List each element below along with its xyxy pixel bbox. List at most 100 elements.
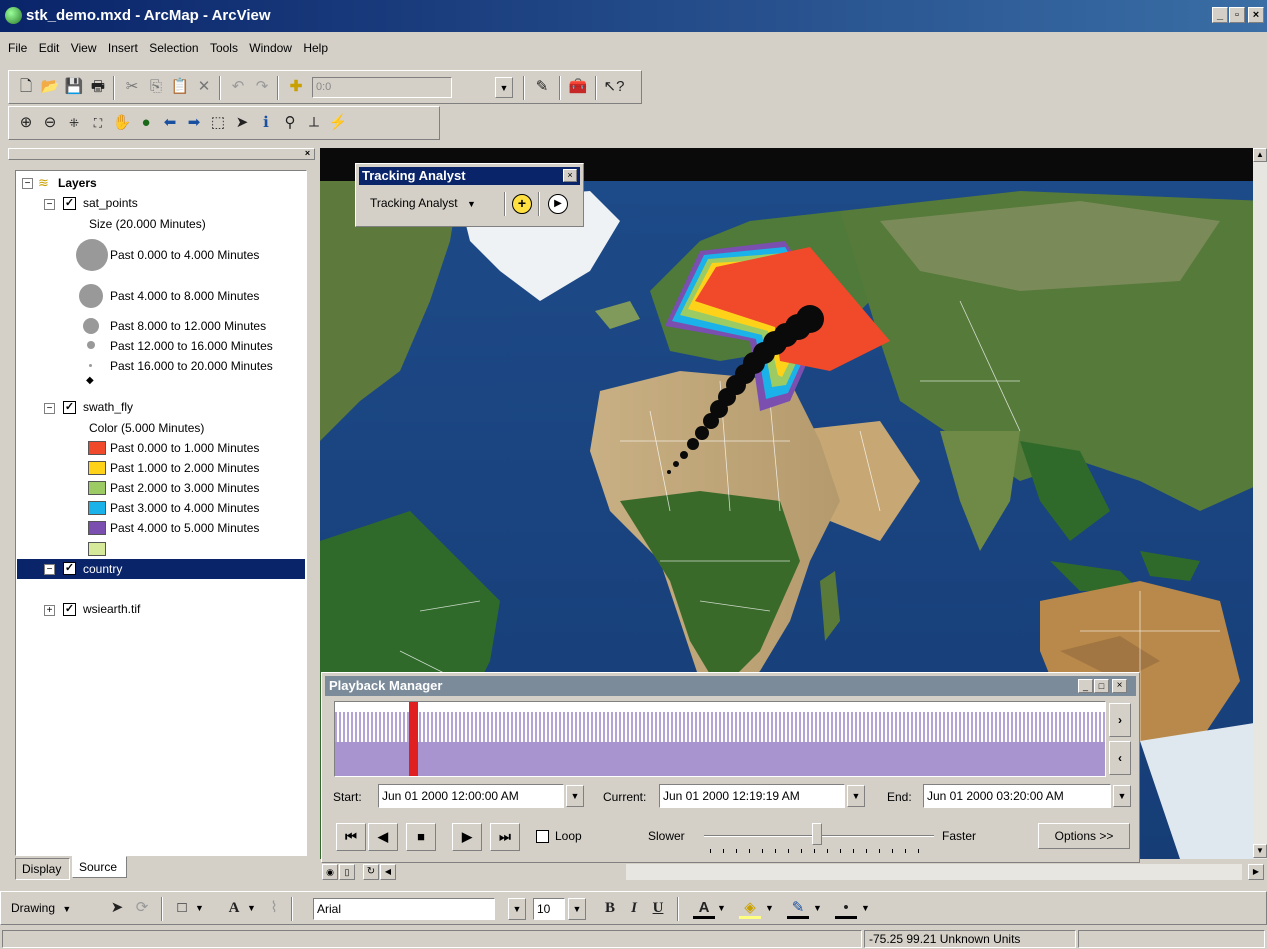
full-extent-icon[interactable]: ● — [135, 112, 157, 134]
minimize-button[interactable]: _ — [1212, 7, 1228, 23]
end-time-field[interactable]: Jun 01 2000 03:20:00 AM — [923, 784, 1111, 808]
chevron-down-icon[interactable]: ▼ — [195, 903, 204, 913]
country-layer-row[interactable] — [17, 559, 305, 579]
arctoolbox-icon[interactable]: 🧰 — [567, 76, 589, 98]
play-forward-icon[interactable]: ▶ — [452, 823, 482, 851]
copy-icon[interactable]: ⎘ — [145, 76, 167, 98]
font-size-field[interactable]: 10 — [533, 898, 565, 920]
menu-insert[interactable]: Insert — [104, 37, 142, 59]
next-extent-icon[interactable]: ➡ — [183, 112, 205, 134]
toc-close-icon[interactable]: × — [302, 149, 313, 159]
playback-manager-icon[interactable]: ▶ — [548, 194, 568, 214]
menu-window[interactable]: Window — [245, 37, 296, 59]
paste-icon[interactable]: 📋 — [169, 76, 191, 98]
add-temporal-data-icon[interactable]: + — [512, 194, 532, 214]
pm-maximize-icon[interactable]: □ — [1094, 679, 1109, 693]
identify-icon[interactable]: ℹ — [255, 112, 277, 134]
chevron-down-icon[interactable]: ▼ — [247, 903, 256, 913]
open-icon[interactable]: 📂 — [39, 76, 61, 98]
close-button[interactable]: × — [1248, 7, 1264, 23]
italic-icon[interactable]: I — [623, 897, 645, 919]
rectangle-tool-icon[interactable]: □ — [171, 897, 193, 919]
current-time-field[interactable]: Jun 01 2000 12:19:19 AM — [659, 784, 845, 808]
pan-icon[interactable]: ✋ — [111, 112, 133, 134]
font-name-field[interactable]: Arial — [313, 898, 495, 920]
swath-fly-checkbox[interactable]: ✓ — [63, 401, 76, 414]
measure-icon[interactable]: ⟂ — [303, 112, 325, 134]
layers-collapse-icon[interactable]: − — [22, 178, 33, 189]
undo-icon[interactable]: ↶ — [227, 76, 249, 98]
font-name-dropdown-icon[interactable]: ▼ — [508, 898, 526, 920]
underline-icon[interactable]: U — [647, 897, 669, 919]
current-dropdown-arrow-icon[interactable]: ▼ — [847, 785, 865, 807]
horizontal-scroll-track[interactable] — [626, 864, 1242, 880]
editor-toolbar-icon[interactable]: ✎ — [531, 76, 553, 98]
refresh-icon[interactable]: ↻ — [363, 864, 379, 880]
country-layer-name[interactable]: country — [83, 559, 122, 579]
speed-slider-thumb[interactable] — [812, 823, 822, 845]
cut-icon[interactable]: ✂ — [121, 76, 143, 98]
swath-fly-layer-name[interactable]: swath_fly — [83, 397, 133, 417]
redo-icon[interactable]: ↷ — [251, 76, 273, 98]
scroll-down-icon[interactable]: ▼ — [1253, 844, 1267, 858]
fixed-zoom-out-icon[interactable]: ⛶ — [87, 112, 109, 134]
wsiearth-expand-icon[interactable]: + — [44, 605, 55, 616]
new-document-icon[interactable]: 🗋 — [15, 76, 37, 98]
start-time-field[interactable]: Jun 01 2000 12:00:00 AM — [378, 784, 564, 808]
select-features-icon[interactable]: ⬚ — [207, 112, 229, 134]
select-elements-icon[interactable]: ➤ — [231, 112, 253, 134]
delete-icon[interactable]: ✕ — [193, 76, 215, 98]
map-vertical-scrollbar[interactable]: ▲ ▼ — [1253, 148, 1267, 859]
rotate-icon[interactable]: ⟳ — [131, 897, 153, 919]
options-button[interactable]: Options >> — [1038, 823, 1130, 849]
menu-edit[interactable]: Edit — [35, 37, 64, 59]
save-icon[interactable]: 💾 — [63, 76, 85, 98]
drawing-menu[interactable]: Drawing ▼ — [11, 901, 71, 915]
chevron-down-icon[interactable]: ▼ — [813, 903, 822, 913]
chevron-down-icon[interactable]: ▼ — [765, 903, 774, 913]
horizontal-scroll-thumb[interactable] — [396, 864, 626, 880]
fixed-zoom-in-icon[interactable]: ⁜ — [63, 112, 85, 134]
rewind-to-start-icon[interactable]: ⏮ — [336, 823, 366, 851]
print-icon[interactable]: 🖶 — [87, 76, 109, 98]
chevron-down-icon[interactable]: ▼ — [861, 903, 870, 913]
fill-color-icon[interactable]: ◈ — [739, 897, 761, 919]
loop-checkbox[interactable] — [536, 830, 549, 843]
tracking-analyst-close-icon[interactable]: × — [563, 169, 577, 182]
line-color-icon[interactable]: ✎ — [787, 897, 809, 919]
chevron-down-icon[interactable]: ▼ — [717, 903, 726, 913]
timeline-prev-icon[interactable]: ‹ — [1109, 741, 1131, 775]
scroll-up-icon[interactable]: ▲ — [1253, 148, 1267, 162]
stop-icon[interactable]: ■ — [406, 823, 436, 851]
text-tool-icon[interactable]: A — [223, 897, 245, 919]
wsiearth-checkbox[interactable]: ✓ — [63, 603, 76, 616]
zoom-out-icon[interactable]: ⊖ — [39, 112, 61, 134]
play-backward-icon[interactable]: ◀ — [368, 823, 398, 851]
skip-to-end-icon[interactable]: ⏭ — [490, 823, 520, 851]
menu-help[interactable]: Help — [299, 37, 332, 59]
menu-file[interactable]: File — [4, 37, 31, 59]
timeline-next-icon[interactable]: › — [1109, 703, 1131, 737]
zoom-in-icon[interactable]: ⊕ — [15, 112, 37, 134]
layout-view-icon[interactable]: ▯ — [339, 864, 355, 880]
tracking-analyst-menu[interactable]: Tracking Analyst ▼ — [370, 196, 476, 210]
drawing-menu-label[interactable]: Drawing — [11, 901, 55, 915]
start-dropdown-arrow-icon[interactable]: ▼ — [566, 785, 584, 807]
country-collapse-icon[interactable]: − — [44, 564, 55, 575]
previous-extent-icon[interactable]: ⬅ — [159, 112, 181, 134]
wsiearth-layer-name[interactable]: wsiearth.tif — [83, 599, 140, 619]
whats-this-help-icon[interactable]: ↖? — [603, 76, 625, 98]
data-view-icon[interactable]: ◉ — [322, 864, 338, 880]
font-color-icon[interactable]: A — [693, 897, 715, 919]
tab-source[interactable]: Source — [72, 856, 127, 878]
menu-view[interactable]: View — [67, 37, 101, 59]
edit-vertices-icon[interactable]: ⌇ — [263, 897, 285, 919]
playback-timeline-histogram[interactable] — [334, 701, 1106, 777]
bold-icon[interactable]: B — [599, 897, 621, 919]
scroll-left-icon[interactable]: ◀ — [380, 864, 396, 880]
font-size-dropdown-icon[interactable]: ▼ — [568, 898, 586, 920]
find-icon[interactable]: ⚲ — [279, 112, 301, 134]
end-dropdown-arrow-icon[interactable]: ▼ — [1113, 785, 1131, 807]
menu-tools[interactable]: Tools — [206, 37, 242, 59]
tracking-analyst-menu-label[interactable]: Tracking Analyst — [370, 196, 458, 210]
